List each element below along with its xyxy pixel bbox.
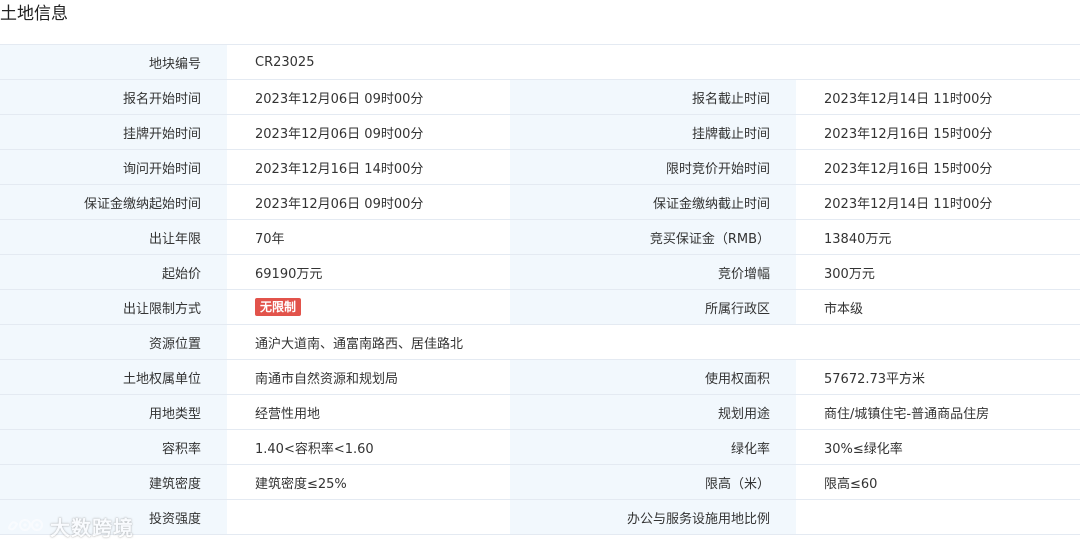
- table-row: 投资强度 办公与服务设施用地比例: [0, 499, 1080, 535]
- table-row: 挂牌开始时间 2023年12月06日 09时00分 挂牌截止时间 2023年12…: [0, 114, 1080, 150]
- field-label-location: 资源位置: [0, 324, 227, 360]
- field-value: 69190万元: [227, 254, 510, 290]
- field-value: 限高≤60: [796, 464, 1080, 500]
- field-value: 30%≤绿化率: [796, 429, 1080, 465]
- field-value: 70年: [227, 219, 510, 255]
- field-label: 出让限制方式: [0, 289, 227, 325]
- field-label: 规划用途: [510, 394, 796, 430]
- field-value: 建筑密度≤25%: [227, 464, 510, 500]
- field-value: 经营性用地: [227, 394, 510, 430]
- field-value: 13840万元: [796, 219, 1080, 255]
- field-label: 用地类型: [0, 394, 227, 430]
- field-value: [796, 499, 1080, 535]
- field-label: 所属行政区: [510, 289, 796, 325]
- field-value: 2023年12月16日 15时00分: [796, 114, 1080, 150]
- field-value: 57672.73平方米: [796, 359, 1080, 395]
- land-info-page: 土地信息 地块编号 CR23025 报名开始时间 2023年12月06日 09时…: [0, 0, 1080, 546]
- table-row: 出让年限 70年 竞买保证金（RMB） 13840万元: [0, 219, 1080, 255]
- field-value: 南通市自然资源和规划局: [227, 359, 510, 395]
- table-row: 土地权属单位 南通市自然资源和规划局 使用权面积 57672.73平方米: [0, 359, 1080, 395]
- field-value: 市本级: [796, 289, 1080, 325]
- field-value: 2023年12月14日 11时00分: [796, 79, 1080, 115]
- table-row: 出让限制方式 无限制 所属行政区 市本级: [0, 289, 1080, 325]
- restriction-badge: 无限制: [255, 298, 302, 316]
- field-label: 报名开始时间: [0, 79, 227, 115]
- field-label: 询问开始时间: [0, 149, 227, 185]
- field-value: 2023年12月16日 14时00分: [227, 149, 510, 185]
- field-value-location: 通沪大道南、通富南路西、居佳路北: [227, 324, 1080, 360]
- field-value: 2023年12月16日 15时00分: [796, 149, 1080, 185]
- field-value: 无限制: [227, 289, 510, 325]
- field-label: 使用权面积: [510, 359, 796, 395]
- field-label: 挂牌截止时间: [510, 114, 796, 150]
- table-row: 资源位置 通沪大道南、通富南路西、居佳路北: [0, 324, 1080, 360]
- table-row: 地块编号 CR23025: [0, 44, 1080, 80]
- field-value: 2023年12月14日 11时00分: [796, 184, 1080, 220]
- table-row: 容积率 1.40<容积率<1.60 绿化率 30%≤绿化率: [0, 429, 1080, 465]
- field-label: 报名截止时间: [510, 79, 796, 115]
- section-title: 土地信息: [0, 4, 68, 24]
- field-value: 2023年12月06日 09时00分: [227, 184, 510, 220]
- field-label: 绿化率: [510, 429, 796, 465]
- table-row: 起始价 69190万元 竞价增幅 300万元: [0, 254, 1080, 290]
- table-row: 用地类型 经营性用地 规划用途 商住/城镇住宅-普通商品住房: [0, 394, 1080, 430]
- table-row: 保证金缴纳起始时间 2023年12月06日 09时00分 保证金缴纳截止时间 2…: [0, 184, 1080, 220]
- field-value: 2023年12月06日 09时00分: [227, 79, 510, 115]
- field-value: 商住/城镇住宅-普通商品住房: [796, 394, 1080, 430]
- field-label: 竞价增幅: [510, 254, 796, 290]
- field-label: 限时竞价开始时间: [510, 149, 796, 185]
- field-label: 挂牌开始时间: [0, 114, 227, 150]
- field-label: 限高（米）: [510, 464, 796, 500]
- field-label: 竞买保证金（RMB）: [510, 219, 796, 255]
- field-value: 1.40<容积率<1.60: [227, 429, 510, 465]
- field-value: 2023年12月06日 09时00分: [227, 114, 510, 150]
- field-label: 起始价: [0, 254, 227, 290]
- field-label: 建筑密度: [0, 464, 227, 500]
- field-label: 出让年限: [0, 219, 227, 255]
- table-row: 建筑密度 建筑密度≤25% 限高（米） 限高≤60: [0, 464, 1080, 500]
- table-row: 报名开始时间 2023年12月06日 09时00分 报名截止时间 2023年12…: [0, 79, 1080, 115]
- field-value-parcel-no: CR23025: [227, 44, 1080, 80]
- field-value: [227, 499, 510, 535]
- field-label: 容积率: [0, 429, 227, 465]
- field-label-parcel-no: 地块编号: [0, 44, 227, 80]
- table-row: 询问开始时间 2023年12月16日 14时00分 限时竞价开始时间 2023年…: [0, 149, 1080, 185]
- field-label: 保证金缴纳截止时间: [510, 184, 796, 220]
- land-info-table: 地块编号 CR23025 报名开始时间 2023年12月06日 09时00分 报…: [0, 44, 1080, 535]
- field-label: 办公与服务设施用地比例: [510, 499, 796, 535]
- field-label: 保证金缴纳起始时间: [0, 184, 227, 220]
- field-label: 土地权属单位: [0, 359, 227, 395]
- field-value: 300万元: [796, 254, 1080, 290]
- field-label: 投资强度: [0, 499, 227, 535]
